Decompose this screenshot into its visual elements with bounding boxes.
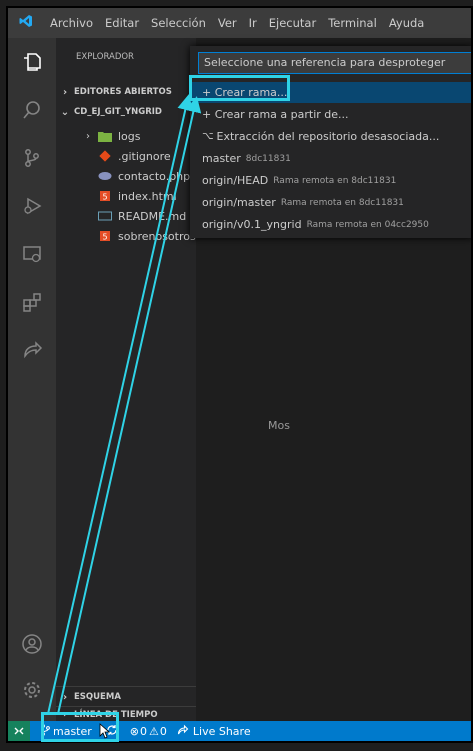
live-share-icon[interactable] (20, 338, 44, 362)
chevron-down-icon: ⌄ (60, 106, 70, 118)
menu-ver[interactable]: Ver (212, 16, 243, 30)
live-share-button[interactable]: Live Share (177, 724, 251, 739)
extensions-icon[interactable] (20, 290, 44, 314)
project-folder-label: CD_EJ_GIT_YNGRID (74, 107, 162, 117)
warning-icon: ⚠ (149, 724, 159, 738)
error-icon: ⊗ (129, 724, 140, 738)
live-share-label: Live Share (192, 724, 251, 738)
problems-button[interactable]: ⊗ 0 ⚠ 0 (130, 725, 167, 738)
item-description: Rama remota en 04cc2950 (306, 219, 429, 230)
project-folder-section[interactable]: ⌄ CD_EJ_GIT_YNGRID (56, 102, 196, 122)
live-share-icon (177, 724, 189, 739)
chevron-right-icon: › (62, 691, 68, 703)
explorer-title: EXPLORADOR (76, 52, 134, 62)
remote-explorer-icon[interactable] (20, 242, 44, 266)
quickpick-input[interactable]: Seleccione una referencia para desproteg… (198, 52, 473, 74)
html-file-icon: 5 (98, 229, 112, 243)
outline-section[interactable]: › ESQUEMA (56, 686, 196, 707)
item-description: Rama remota en 8dc11831 (273, 175, 397, 186)
menu-ejecutar[interactable]: Ejecutar (263, 16, 322, 30)
php-file-icon (98, 169, 112, 183)
remote-indicator-icon[interactable] (8, 721, 30, 741)
warning-count: 0 (159, 724, 167, 738)
menu-terminal[interactable]: Terminal (322, 16, 383, 30)
quickpick-item-origin-head[interactable]: origin/HEAD Rama remota en 8dc11831 (190, 170, 473, 191)
git-commit-icon: ⌥ (202, 131, 214, 142)
item-description: 8dc11831 (245, 153, 291, 164)
explorer-sidebar: EXPLORADOR › EDITORES ABIERTOS ⌄ CD_EJ_G… (56, 38, 224, 721)
quickpick-item-origin-master[interactable]: origin/master Rama remota en 8dc11831 (190, 192, 473, 213)
explorer-icon[interactable] (20, 50, 44, 74)
open-editors-label: EDITORES ABIERTOS (74, 87, 172, 97)
tree-item-contacto[interactable]: contacto.php (98, 166, 190, 186)
error-count: 0 (140, 724, 148, 738)
branch-status-highlight (41, 712, 119, 742)
markdown-file-icon (98, 209, 112, 223)
item-label: origin/HEAD (202, 174, 269, 187)
editor-partial-text: Mos (268, 419, 290, 432)
menu-seleccion[interactable]: Selección (145, 16, 212, 30)
svg-text:5: 5 (102, 193, 107, 202)
item-description: Rama remota en 8dc11831 (280, 197, 404, 208)
menu-ayuda[interactable]: Ayuda (383, 16, 431, 30)
item-label: + Crear rama a partir de... (202, 108, 349, 121)
menu-archivo[interactable]: Archivo (44, 16, 99, 30)
svg-text:5: 5 (102, 233, 107, 242)
run-debug-icon[interactable] (20, 194, 44, 218)
tree-item-gitignore[interactable]: .gitignore (98, 146, 171, 166)
vscode-window: Archivo Editar Selección Ver Ir Ejecutar… (8, 8, 473, 741)
chevron-right-icon: › (62, 86, 68, 98)
source-control-icon[interactable] (20, 146, 44, 170)
search-icon[interactable] (20, 98, 44, 122)
title-bar: Archivo Editar Selección Ver Ir Ejecutar… (8, 8, 473, 38)
file-name: index.html (118, 189, 177, 203)
quickpick-item-origin-v01-yngrid[interactable]: origin/v0.1_yngrid Rama remota en 04cc29… (190, 214, 473, 235)
vscode-logo-icon (8, 14, 44, 32)
folder-icon (98, 129, 112, 143)
quickpick-item-master[interactable]: master 8dc11831 (190, 148, 473, 169)
outline-label: ESQUEMA (74, 692, 121, 702)
create-branch-highlight (189, 75, 290, 101)
file-name: logs (118, 129, 141, 143)
file-name: contacto.php (118, 169, 191, 183)
activity-bar (8, 38, 56, 721)
html-file-icon: 5 (98, 189, 112, 203)
account-icon[interactable] (20, 632, 44, 656)
tree-item-logs[interactable]: › logs (86, 126, 141, 146)
menu-ir[interactable]: Ir (243, 16, 263, 30)
menu-editar[interactable]: Editar (99, 16, 145, 30)
quickpick-item-create-branch-from[interactable]: + Crear rama a partir de... (190, 104, 473, 125)
item-label: origin/master (202, 196, 276, 209)
git-file-icon (98, 149, 112, 163)
chevron-right-icon: › (86, 130, 90, 142)
file-name: README.md (118, 209, 187, 223)
item-label: Extracción del repositorio desasociada..… (216, 130, 440, 143)
tree-item-index[interactable]: 5 index.html (98, 186, 177, 206)
quickpick-item-detached-checkout[interactable]: ⌥ Extracción del repositorio desasociada… (190, 126, 473, 147)
file-name: .gitignore (118, 149, 171, 163)
settings-gear-icon[interactable] (20, 678, 44, 702)
item-label: master (202, 152, 241, 165)
item-label: origin/v0.1_yngrid (202, 218, 302, 231)
tree-item-readme[interactable]: README.md (98, 206, 186, 226)
open-editors-section[interactable]: › EDITORES ABIERTOS (56, 82, 196, 102)
